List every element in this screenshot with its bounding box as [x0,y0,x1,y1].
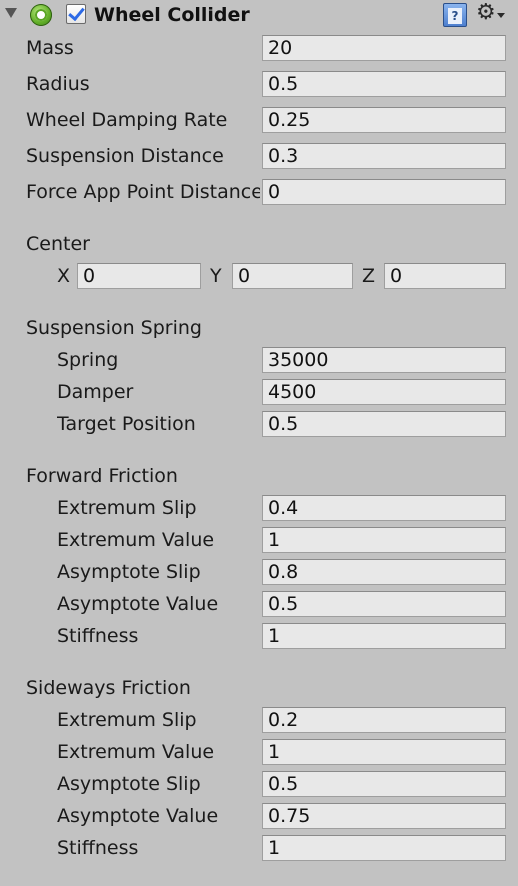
center-z-label: Z [362,265,376,287]
suspension-distance-field[interactable]: 0.3 [262,143,506,169]
sideways-asymptote-value-field[interactable]: 0.75 [262,803,506,829]
mass-label: Mass [26,37,74,59]
radius-label: Radius [26,73,90,95]
spring-field[interactable]: 35000 [262,347,506,373]
forward-asymptote-value-label: Asymptote Value [57,593,219,615]
forward-friction-label: Forward Friction [26,465,178,487]
wheel-damping-rate-field[interactable]: 0.25 [262,107,506,133]
sideways-asymptote-slip-label: Asymptote Slip [57,773,201,795]
forward-asymptote-slip-label: Asymptote Slip [57,561,201,583]
wheel-collider-icon [30,4,52,26]
foldout-arrow-icon[interactable] [5,8,17,18]
target-position-label: Target Position [57,413,196,435]
help-book-icon[interactable]: ? [443,3,467,27]
component-title: Wheel Collider [94,4,250,26]
force-app-point-distance-label: Force App Point Distance [26,181,260,203]
suspension-spring-label: Suspension Spring [26,317,202,339]
damper-label: Damper [57,381,134,403]
component-header: Wheel Collider ? ⚙ [0,0,518,30]
sideways-friction-label: Sideways Friction [26,677,191,699]
sideways-stiffness-field[interactable]: 1 [262,835,506,861]
forward-extremum-value-field[interactable]: 1 [262,527,506,553]
center-z-field[interactable]: 0 [384,263,506,289]
sideways-asymptote-slip-field[interactable]: 0.5 [262,771,506,797]
sideways-extremum-slip-label: Extremum Slip [57,709,197,731]
forward-stiffness-field[interactable]: 1 [262,623,506,649]
radius-field[interactable]: 0.5 [262,71,506,97]
center-y-field[interactable]: 0 [232,263,353,289]
mass-field[interactable]: 20 [262,35,506,61]
center-y-label: Y [210,265,222,287]
forward-asymptote-slip-field[interactable]: 0.8 [262,559,506,585]
wheel-damping-rate-label: Wheel Damping Rate [26,109,228,131]
forward-asymptote-value-field[interactable]: 0.5 [262,591,506,617]
center-label: Center [26,233,90,255]
sideways-stiffness-label: Stiffness [57,837,139,859]
sideways-extremum-slip-field[interactable]: 0.2 [262,707,506,733]
center-x-label: X [57,265,71,287]
damper-field[interactable]: 4500 [262,379,506,405]
wheel-collider-inspector: Wheel Collider ? ⚙ Mass 20 Radius 0.5 Wh… [0,0,518,886]
checkmark-icon [68,3,85,22]
forward-extremum-slip-field[interactable]: 0.4 [262,495,506,521]
target-position-field[interactable]: 0.5 [262,411,506,437]
center-x-field[interactable]: 0 [77,263,201,289]
gear-icon[interactable]: ⚙ [476,1,496,25]
sideways-asymptote-value-label: Asymptote Value [57,805,219,827]
spring-label: Spring [57,349,119,371]
suspension-distance-label: Suspension Distance [26,145,224,167]
forward-stiffness-label: Stiffness [57,625,139,647]
forward-extremum-value-label: Extremum Value [57,529,215,551]
sideways-extremum-value-field[interactable]: 1 [262,739,506,765]
sideways-extremum-value-label: Extremum Value [57,741,215,763]
settings-dropdown-caret-icon[interactable] [497,13,505,18]
enabled-checkbox[interactable] [66,3,86,24]
forward-extremum-slip-label: Extremum Slip [57,497,197,519]
force-app-point-distance-field[interactable]: 0 [262,179,506,205]
